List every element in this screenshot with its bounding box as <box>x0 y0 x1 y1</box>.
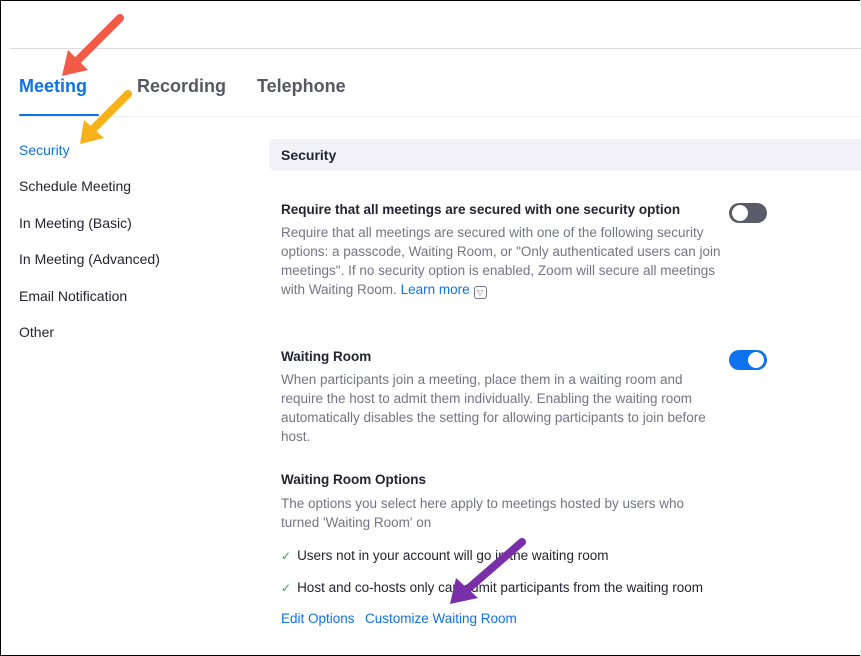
require-security-title: Require that all meetings are secured wi… <box>281 202 681 217</box>
sidebar-item-in-meeting-advanced[interactable]: In Meeting (Advanced) <box>19 251 160 267</box>
checkmark-icon: ✓ <box>281 549 292 563</box>
tab-meeting[interactable]: Meeting <box>19 76 87 97</box>
edit-options-link[interactable]: Edit Options <box>281 611 355 626</box>
external-link-icon: ▽ <box>473 286 487 299</box>
waiting-room-toggle[interactable] <box>729 350 767 370</box>
waiting-room-options-description: The options you select here apply to mee… <box>281 496 684 530</box>
learn-more-link[interactable]: Learn more <box>401 282 470 297</box>
toggle-knob <box>732 205 748 221</box>
sidebar-item-security[interactable]: Security <box>19 142 70 158</box>
section-header: Security <box>269 139 861 171</box>
require-security-description: Require that all meetings are secured wi… <box>281 223 721 299</box>
tabs-divider <box>19 116 861 117</box>
sidebar-item-schedule-meeting[interactable]: Schedule Meeting <box>19 178 131 194</box>
require-security-description-text: Require that all meetings are secured wi… <box>281 225 721 297</box>
require-security-toggle[interactable] <box>729 203 767 223</box>
checkmark-icon: ✓ <box>281 581 292 595</box>
top-divider <box>10 48 861 49</box>
tab-telephone[interactable]: Telephone <box>257 76 346 97</box>
waiting-room-title: Waiting Room <box>281 349 372 364</box>
sidebar-item-other[interactable]: Other <box>19 324 54 340</box>
waiting-room-option-item: ✓ Users not in your account will go in th… <box>281 548 609 563</box>
toggle-knob <box>748 352 764 368</box>
waiting-room-option-item: ✓ Host and co-hosts only can admit partic… <box>281 580 703 595</box>
sidebar-item-in-meeting-basic[interactable]: In Meeting (Basic) <box>19 215 132 231</box>
sidebar-item-email-notification[interactable]: Email Notification <box>19 288 127 304</box>
tab-recording[interactable]: Recording <box>137 76 226 97</box>
waiting-room-options-title: Waiting Room Options <box>281 472 426 487</box>
section-title: Security <box>281 147 337 163</box>
waiting-room-description: When participants join a meeting, place … <box>281 372 706 444</box>
customize-waiting-room-link[interactable]: Customize Waiting Room <box>365 611 517 626</box>
